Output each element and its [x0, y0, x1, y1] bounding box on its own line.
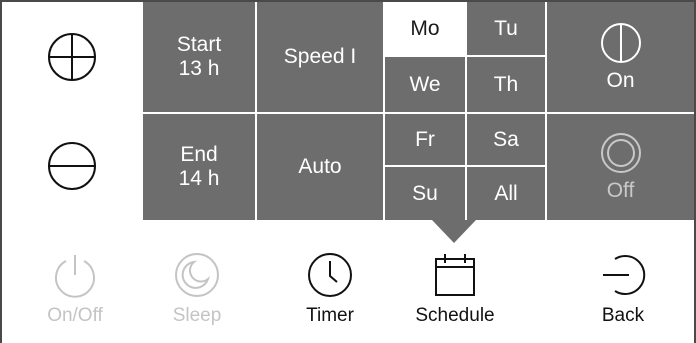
speed-field[interactable]: Speed I	[257, 2, 383, 112]
clock-icon	[308, 253, 352, 297]
day-th[interactable]: Th	[467, 57, 545, 112]
back-label: Back	[601, 305, 645, 326]
day-we-label: We	[409, 72, 441, 96]
start-time-field[interactable]: Start 13 h	[143, 2, 255, 112]
start-label: Start	[176, 33, 222, 56]
timer-label: Timer	[306, 305, 354, 326]
end-value: 14 h	[178, 167, 220, 190]
onoff-label: On/Off	[47, 305, 103, 326]
day-fr[interactable]: Fr	[385, 114, 465, 165]
sleep-label: Sleep	[172, 305, 222, 326]
on-label: On	[606, 69, 635, 92]
day-su[interactable]: Su	[385, 167, 465, 220]
back-icon	[603, 255, 646, 295]
day-th-label: Th	[493, 72, 519, 96]
speed-label: Speed I	[283, 45, 357, 68]
day-su-label: Su	[412, 181, 438, 205]
day-sa[interactable]: Sa	[467, 114, 545, 165]
mode-field[interactable]: Auto	[257, 114, 383, 220]
day-sa-label: Sa	[493, 127, 519, 151]
minus-circle-icon	[48, 141, 96, 190]
schedule-button[interactable]: Schedule	[400, 243, 510, 343]
day-mo[interactable]: Mo	[385, 2, 465, 55]
power-on-icon	[600, 23, 641, 63]
power-icon	[55, 255, 95, 298]
end-label: End	[180, 143, 218, 166]
day-we[interactable]: We	[385, 57, 465, 112]
day-fr-label: Fr	[415, 127, 435, 151]
mode-label: Auto	[298, 155, 342, 178]
day-mo-label: Mo	[410, 16, 440, 40]
decrease-button[interactable]	[2, 111, 142, 220]
off-label: Off	[606, 179, 635, 202]
schedule-label: Schedule	[415, 305, 495, 326]
day-all[interactable]: All	[467, 167, 545, 220]
day-all-label: All	[494, 181, 518, 205]
sleep-button[interactable]: Sleep	[152, 243, 242, 343]
day-tu-label: Tu	[494, 16, 518, 40]
sleep-moon-icon	[175, 253, 219, 297]
power-off-icon	[600, 133, 641, 173]
end-time-field[interactable]: End 14 h	[143, 114, 255, 220]
start-value: 13 h	[178, 57, 220, 80]
plus-circle-icon	[48, 32, 96, 81]
day-tu[interactable]: Tu	[467, 2, 545, 55]
back-button[interactable]: Back	[578, 243, 668, 343]
power-off-button[interactable]: Off	[547, 114, 694, 220]
timer-button[interactable]: Timer	[285, 243, 375, 343]
schedule-pointer	[432, 220, 476, 243]
increase-button[interactable]	[2, 2, 142, 111]
onoff-button[interactable]: On/Off	[30, 243, 120, 343]
calendar-icon	[435, 254, 475, 296]
power-on-button[interactable]: On	[547, 2, 694, 112]
